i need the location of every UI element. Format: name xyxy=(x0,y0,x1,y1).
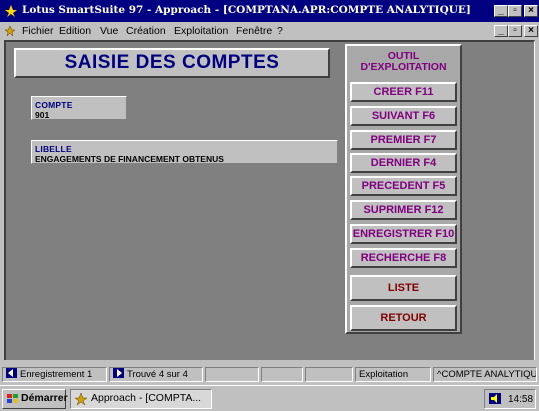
panel-title-line2: D'EXPLOITATION xyxy=(360,61,447,73)
title-bar[interactable]: Lotus SmartSuite 97 - Approach - [COMPTA… xyxy=(0,0,539,22)
creer-button[interactable]: CREER F11 xyxy=(350,82,457,102)
found-set-icon[interactable] xyxy=(113,368,124,378)
libelle-value[interactable]: ENGAGEMENTS DE FINANCEMENT OBTENUS xyxy=(35,154,224,164)
menu-creation[interactable]: Création xyxy=(126,25,166,37)
taskbar-approach-button[interactable]: Approach - [COMPTA... xyxy=(70,389,212,409)
precedent-button[interactable]: PRECEDENT F5 xyxy=(350,176,457,196)
taskbar: Démarrer Approach - [COMPTA... 14:58 xyxy=(0,385,539,411)
record-nav-icon[interactable] xyxy=(6,368,17,378)
document-icon[interactable] xyxy=(4,25,16,37)
supprimer-button[interactable]: SUPRIMER F12 xyxy=(350,200,457,220)
menu-fichier[interactable]: Fichier xyxy=(22,25,54,37)
libelle-field[interactable]: LIBELLE ENGAGEMENTS DE FINANCEMENT OBTEN… xyxy=(31,140,338,164)
status-view[interactable]: ^COMPTE ANALYTIQUE^ xyxy=(433,367,537,382)
windows-flag-icon xyxy=(7,394,18,403)
status-record-cell[interactable]: Enregistrement 1 xyxy=(2,367,107,382)
compte-label: COMPTE xyxy=(35,100,73,110)
maximize-window-button[interactable]: ▫ xyxy=(508,5,522,17)
liste-button[interactable]: LISTE xyxy=(350,275,457,301)
menu-edition[interactable]: Edition xyxy=(59,25,91,37)
status-empty-1 xyxy=(205,367,259,382)
speaker-icon[interactable] xyxy=(489,393,501,404)
close-window-button[interactable]: × xyxy=(524,5,538,17)
compte-field[interactable]: COMPTE 901 xyxy=(31,96,127,120)
system-tray: 14:58 xyxy=(484,389,536,409)
dernier-button[interactable]: DERNIER F4 xyxy=(350,153,457,173)
retour-button[interactable]: RETOUR xyxy=(350,305,457,331)
taskbar-app-label: Approach - [COMPTA... xyxy=(91,392,202,404)
minimize-window-button[interactable]: _ xyxy=(494,5,508,17)
status-found: Trouvé 4 sur 4 xyxy=(127,369,188,380)
suivant-button[interactable]: SUIVANT F6 xyxy=(350,106,457,126)
maximize-document-button[interactable]: ▫ xyxy=(508,25,522,37)
menu-exploitation[interactable]: Exploitation xyxy=(174,25,228,37)
panel-title: OUTIL D'EXPLOITATION xyxy=(347,51,460,73)
menu-fenetre[interactable]: Fenêtre xyxy=(236,25,272,37)
libelle-label: LIBELLE xyxy=(35,144,72,154)
form-title: SAISIE DES COMPTES xyxy=(14,48,330,78)
menu-bar: Fichier Edition Vue Création Exploitatio… xyxy=(0,22,539,40)
premier-button[interactable]: PREMIER F7 xyxy=(350,130,457,150)
menu-vue[interactable]: Vue xyxy=(100,25,118,37)
status-empty-2 xyxy=(261,367,303,382)
compte-value[interactable]: 901 xyxy=(35,110,49,120)
menu-help[interactable]: ? xyxy=(277,25,283,37)
recherche-button[interactable]: RECHERCHE F8 xyxy=(350,248,457,268)
window-title: Lotus SmartSuite 97 - Approach - [COMPTA… xyxy=(22,4,471,16)
clock[interactable]: 14:58 xyxy=(508,391,533,408)
enregistrer-button[interactable]: ENREGISTRER F10 xyxy=(350,224,457,244)
status-mode[interactable]: Exploitation xyxy=(355,367,431,382)
status-record: Enregistrement 1 xyxy=(20,369,93,380)
status-empty-3 xyxy=(305,367,353,382)
status-found-cell[interactable]: Trouvé 4 sur 4 xyxy=(109,367,203,382)
approach-app-icon xyxy=(74,392,88,406)
start-label: Démarrer xyxy=(21,392,68,404)
close-document-button[interactable]: × xyxy=(524,25,538,37)
start-button[interactable]: Démarrer xyxy=(2,389,68,409)
status-bar: Enregistrement 1 Trouvé 4 sur 4 Exploita… xyxy=(0,365,539,383)
minimize-document-button[interactable]: _ xyxy=(494,25,508,37)
lotus-app-icon[interactable] xyxy=(4,4,18,18)
